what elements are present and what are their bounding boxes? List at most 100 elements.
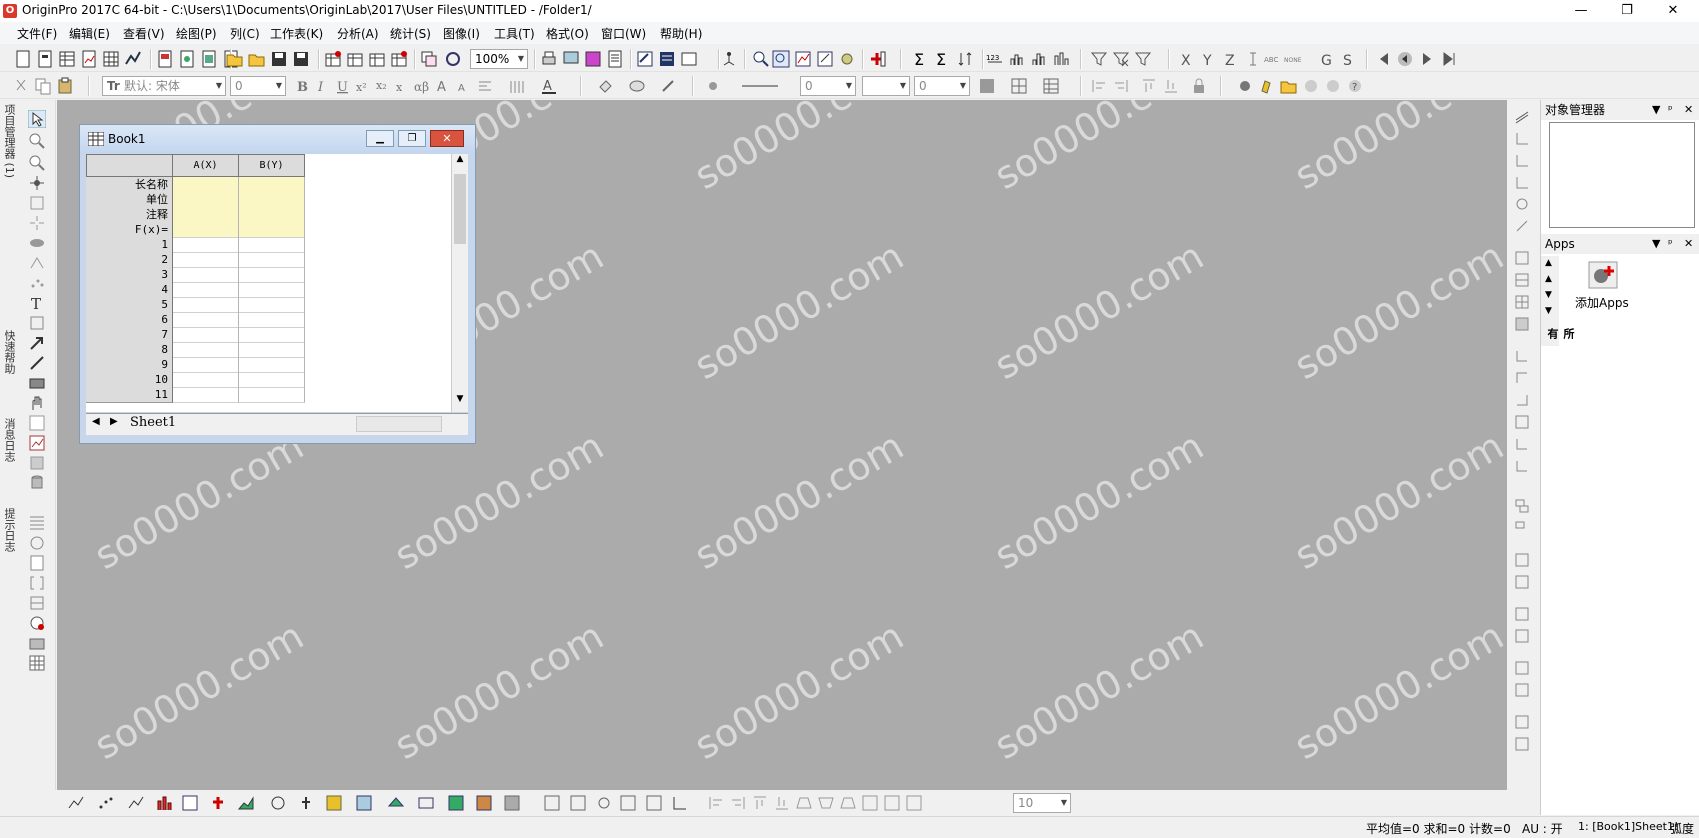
align-objects-2-icon[interactable]: [729, 794, 747, 812]
set-z-icon[interactable]: Z: [1222, 50, 1240, 68]
table-cell[interactable]: [239, 192, 305, 208]
table-cell[interactable]: [173, 252, 239, 268]
table-cell[interactable]: [173, 282, 239, 298]
contour-icon[interactable]: [325, 794, 343, 812]
bracket-icon[interactable]: [28, 574, 46, 592]
new-graph-icon[interactable]: [80, 50, 98, 68]
insert-object-icon[interactable]: [28, 454, 46, 472]
layout-3-icon[interactable]: [1514, 294, 1530, 310]
set-x-icon[interactable]: X: [1178, 50, 1196, 68]
fill-color-icon[interactable]: [596, 77, 614, 95]
row-header[interactable]: 10: [86, 372, 173, 388]
align-left-icon[interactable]: [1090, 77, 1108, 95]
pin-icon[interactable]: ᵖ: [1668, 100, 1673, 120]
wire-icon[interactable]: [417, 794, 435, 812]
zoom-in-tool-icon[interactable]: [28, 132, 46, 150]
import-wizard-icon[interactable]: [368, 50, 386, 68]
italic-icon[interactable]: I: [314, 77, 332, 95]
save-project-icon[interactable]: [270, 50, 288, 68]
workbook-title-bar[interactable]: Book1 ▁ ❐ ✕: [80, 125, 475, 153]
tab-project-explorer[interactable]: 项目管理器 (1): [1, 104, 17, 178]
new-project-icon[interactable]: [14, 50, 32, 68]
set-y-icon[interactable]: Y: [1200, 50, 1218, 68]
zoom-window-icon[interactable]: [772, 50, 790, 68]
meta-row-label[interactable]: 注释: [86, 207, 173, 223]
subscript-icon[interactable]: x₂: [374, 77, 392, 95]
graph-edit-icon[interactable]: [816, 50, 834, 68]
fill-combo[interactable]: ▼: [862, 76, 910, 96]
subject-icon[interactable]: S: [1340, 50, 1358, 68]
pointer-icon[interactable]: [28, 110, 46, 128]
extract-icon[interactable]: [569, 794, 587, 812]
table-cell[interactable]: [239, 177, 305, 193]
menu-statistics[interactable]: 统计(S): [390, 25, 431, 42]
circle-tool-icon[interactable]: [28, 534, 46, 552]
table-cell[interactable]: [239, 312, 305, 328]
highlight-icon[interactable]: [1258, 77, 1276, 95]
data-reader-icon[interactable]: [28, 194, 46, 212]
layer-tools-icon[interactable]: [1514, 108, 1530, 124]
column-plot-icon[interactable]: [155, 794, 173, 812]
export-graph-icon[interactable]: [562, 50, 580, 68]
layer-add-icon[interactable]: [645, 794, 663, 812]
meta-row-label[interactable]: 长名称: [86, 177, 173, 193]
table-cell[interactable]: [239, 387, 305, 403]
draw-data-icon[interactable]: [28, 274, 46, 292]
first-icon[interactable]: [1374, 50, 1392, 68]
3d-plot-icon[interactable]: [355, 794, 373, 812]
resize-icon[interactable]: [861, 794, 879, 812]
template-plot-icon[interactable]: [181, 794, 199, 812]
data-selector-icon[interactable]: [28, 214, 46, 232]
row-header[interactable]: 7: [86, 327, 173, 343]
stat-plot-icon[interactable]: [297, 794, 315, 812]
table-cell[interactable]: [173, 387, 239, 403]
menu-worksheet[interactable]: 工作表(K): [270, 25, 323, 42]
box-chart-icon[interactable]: [1030, 50, 1048, 68]
table-cell[interactable]: [173, 372, 239, 388]
bracket-top-icon[interactable]: [1514, 370, 1530, 386]
new-layout-icon[interactable]: [156, 50, 174, 68]
align-objects-icon[interactable]: [707, 794, 725, 812]
align-objects-3-icon[interactable]: [751, 794, 769, 812]
arrange-5-icon[interactable]: [1514, 606, 1530, 622]
menu-format[interactable]: 格式(O): [546, 25, 589, 42]
note-icon[interactable]: [28, 554, 46, 572]
menu-column[interactable]: 列(C): [230, 25, 260, 42]
refresh-icon[interactable]: [444, 50, 462, 68]
next-icon[interactable]: [1418, 50, 1436, 68]
table-cell[interactable]: [173, 192, 239, 208]
print-icon[interactable]: [540, 50, 558, 68]
menu-edit[interactable]: 编辑(E): [69, 25, 110, 42]
set-label-icon[interactable]: ABC: [1264, 50, 1282, 68]
meta-row-label[interactable]: F(x)=: [86, 222, 173, 238]
arrow-tool-icon[interactable]: [28, 334, 46, 352]
table-cell[interactable]: [239, 282, 305, 298]
zoom-combo[interactable]: 100% ▼: [470, 49, 528, 69]
clear-filter-icon[interactable]: [1112, 50, 1130, 68]
menu-image[interactable]: 图像(I): [443, 25, 480, 42]
command-window-icon[interactable]: [658, 50, 676, 68]
rescale-icon[interactable]: [794, 50, 812, 68]
trapezoid-icon[interactable]: [795, 794, 813, 812]
import-ascii-icon[interactable]: [324, 50, 342, 68]
area-plot-icon[interactable]: [237, 794, 255, 812]
table-cell[interactable]: [173, 357, 239, 373]
project-explorer-icon[interactable]: [680, 50, 698, 68]
frame-icon[interactable]: [1514, 414, 1530, 430]
zoom-in-icon[interactable]: [752, 50, 770, 68]
surface-icon[interactable]: [387, 794, 405, 812]
fill-pattern-icon[interactable]: [978, 77, 996, 95]
new-workbook-icon[interactable]: [58, 50, 76, 68]
group-icon[interactable]: G: [1318, 50, 1336, 68]
insert-graph-icon[interactable]: [28, 414, 46, 432]
save-template-icon[interactable]: [292, 50, 310, 68]
table-cell[interactable]: [173, 312, 239, 328]
table-cell[interactable]: [239, 267, 305, 283]
results-log-icon[interactable]: [606, 50, 624, 68]
panel-dropdown-icon[interactable]: ▼: [1652, 234, 1660, 254]
pin-icon[interactable]: ᵖ: [1668, 234, 1673, 254]
minimize-button[interactable]: —: [1558, 0, 1604, 22]
row-header[interactable]: 9: [86, 357, 173, 373]
row-header[interactable]: 3: [86, 267, 173, 283]
pattern-icon[interactable]: [628, 77, 646, 95]
